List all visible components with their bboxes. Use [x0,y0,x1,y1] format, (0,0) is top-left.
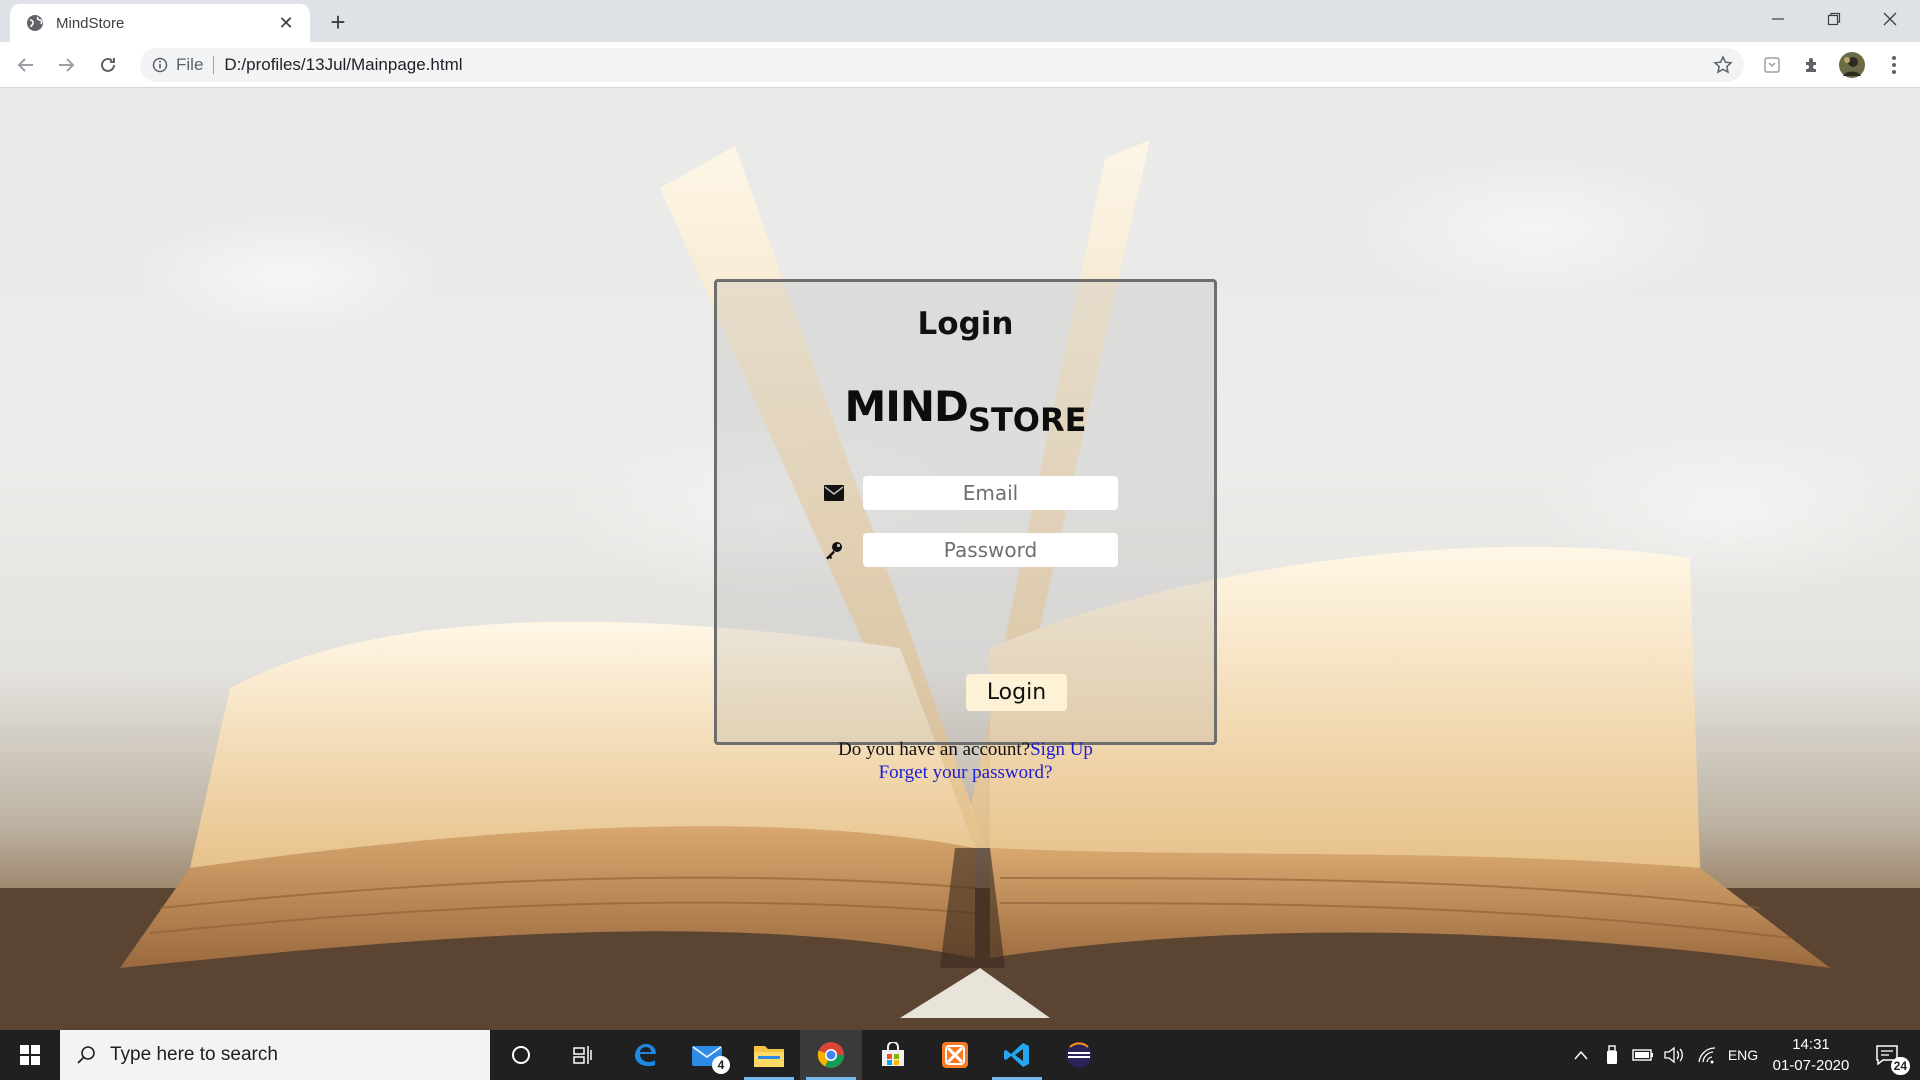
notification-count: 24 [1890,1057,1910,1075]
chrome-icon [817,1042,844,1068]
email-field[interactable] [863,476,1118,510]
brand-logo: MINDSTORE [717,382,1214,439]
taskbar-mail[interactable]: 4 [676,1030,738,1080]
restore-button[interactable] [1806,0,1862,38]
clock-time: 14:31 [1792,1036,1830,1053]
taskbar-edge[interactable] [614,1030,676,1080]
signup-link[interactable]: Sign Up [1030,739,1093,760]
browser-toolbar: File D:/profiles/13Jul/Mainpage.html [0,42,1920,88]
taskbar-chrome[interactable] [800,1030,862,1080]
extension-box-icon [1764,57,1780,73]
forward-button[interactable] [50,49,82,81]
tray-volume[interactable] [1660,1030,1690,1080]
close-window-button[interactable] [1862,0,1918,38]
email-row [817,476,1127,510]
task-view-icon [573,1046,592,1064]
signup-line: Do you have an account?Sign Up [717,738,1214,761]
taskbar-vscode[interactable] [986,1030,1048,1080]
bookmark-star-icon[interactable] [1710,52,1736,78]
login-card: Login MINDSTORE Login Do you have an acc… [714,279,1217,783]
tray-language[interactable]: ENG [1722,1030,1764,1080]
chevron-up-icon [1574,1050,1588,1060]
folder-icon [754,1046,784,1067]
minimize-icon [1772,18,1784,20]
reload-icon [101,57,115,72]
usb-drive-icon [1607,1045,1617,1064]
extensions-button[interactable] [1796,49,1828,81]
xampp-icon [942,1042,968,1068]
browser-tab-strip: MindStore ✕ + [0,0,1920,42]
taskbar-xampp[interactable] [924,1030,986,1080]
taskbar-eclipse[interactable] [1048,1030,1110,1080]
back-button[interactable] [10,49,42,81]
avatar [1839,52,1865,78]
minimize-button[interactable] [1750,0,1806,38]
puzzle-icon [1806,58,1816,72]
menu-button[interactable] [1878,49,1910,81]
battery-icon [1632,1049,1653,1061]
forgot-line: Forget your password? [717,761,1214,784]
extension-button[interactable] [1756,49,1788,81]
more-vertical-icon [1892,56,1896,74]
eclipse-icon [1066,1042,1092,1068]
url-separator [213,56,215,74]
vscode-icon [1004,1043,1029,1067]
account-links: Do you have an account?Sign Up Forget yo… [717,738,1214,784]
cortana-circle-icon [512,1046,530,1064]
close-icon [1883,12,1897,26]
wifi-icon [1698,1047,1716,1064]
login-heading: Login [917,306,1014,342]
mail-badge: 4 [712,1056,730,1074]
password-row [817,533,1127,567]
profile-button[interactable] [1836,49,1868,81]
brand-mind: MIND [844,382,968,431]
start-button[interactable] [0,1030,60,1080]
taskbar-clock[interactable]: 14:31 01-07-2020 [1766,1034,1856,1076]
key-icon [817,533,851,567]
password-field[interactable] [863,533,1118,567]
taskbar-store[interactable] [862,1030,924,1080]
speaker-icon [1664,1046,1683,1064]
browser-tab[interactable]: MindStore ✕ [10,4,310,42]
clock-date: 01-07-2020 [1772,1057,1850,1074]
address-bar[interactable]: File D:/profiles/13Jul/Mainpage.html [140,48,1744,82]
page-viewport: Login MINDSTORE Login Do you have an acc… [0,88,1920,1030]
reload-button[interactable] [92,49,124,81]
login-button[interactable]: Login [966,674,1067,711]
globe-icon [26,14,44,32]
taskbar-search-box[interactable]: Type here to search [60,1030,490,1080]
new-tab-button[interactable]: + [324,7,352,37]
tray-wifi[interactable] [1692,1030,1722,1080]
windows-logo-icon [20,1045,40,1065]
show-hidden-icons[interactable] [1566,1030,1596,1080]
tray-usb[interactable] [1598,1030,1626,1080]
arrow-right-icon [59,58,75,72]
windows-taskbar: Type here to search 4 ENG 14:31 01-07-20… [0,1030,1920,1080]
search-placeholder: Type here to search [110,1044,278,1065]
tray-battery[interactable] [1628,1030,1658,1080]
taskbar-file-explorer[interactable] [738,1030,800,1080]
url-scheme: File [176,55,204,74]
url-text[interactable]: D:/profiles/13Jul/Mainpage.html [224,55,462,75]
search-icon [77,1046,95,1064]
account-prompt: Do you have an account? [838,739,1031,760]
edge-icon [635,1044,656,1066]
arrow-left-icon [17,58,33,72]
restore-icon [1827,12,1841,26]
action-center-button[interactable]: 24 [1862,1030,1912,1080]
info-icon[interactable] [150,55,170,75]
store-bag-icon [882,1042,904,1066]
cortana-button[interactable] [490,1030,552,1080]
forgot-password-link[interactable]: Forget your password? [879,762,1053,783]
tab-close-icon[interactable]: ✕ [276,13,296,33]
tab-title: MindStore [56,14,125,32]
brand-store: STORE [967,401,1087,439]
envelope-icon [817,476,851,510]
task-view-button[interactable] [552,1030,614,1080]
